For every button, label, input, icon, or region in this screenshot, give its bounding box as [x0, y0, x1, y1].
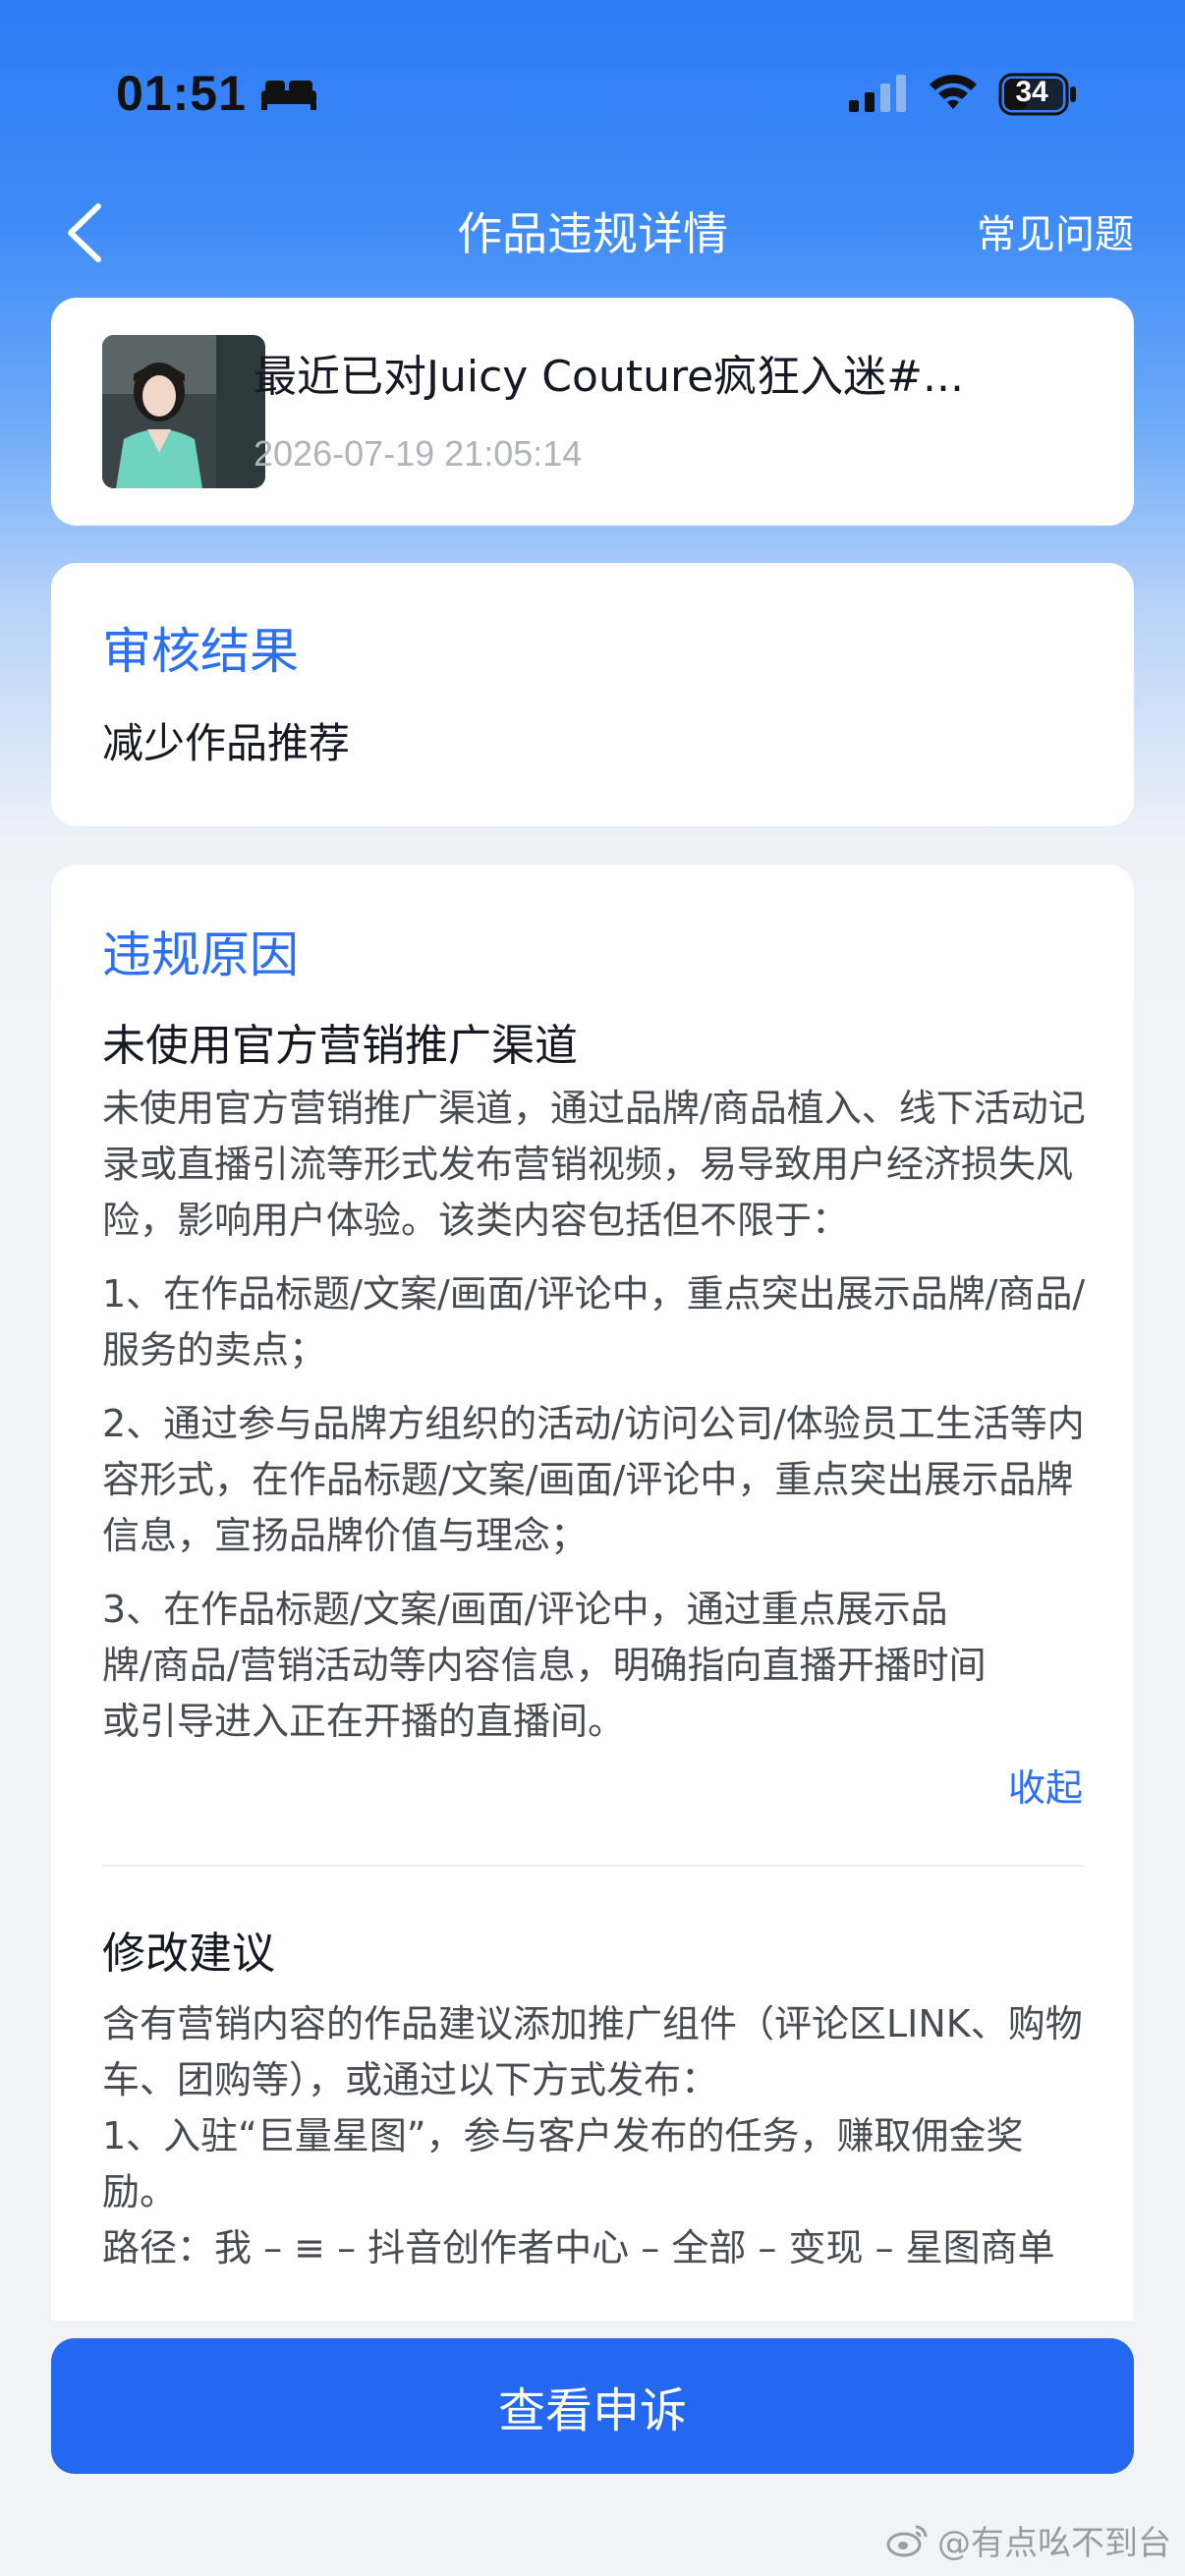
sleep-mode-icon: [261, 81, 316, 110]
video-thumbnail[interactable]: [102, 335, 265, 488]
violation-reason-card: 违规原因 未使用官方营销推广渠道 未使用官方营销推广渠道，通过品牌/商品植入、线…: [51, 865, 1134, 2338]
weibo-icon: [886, 2525, 928, 2556]
video-title[interactable]: 最近已对Juicy Couture疯狂入迷#...: [254, 341, 1099, 404]
battery-level: 34: [1015, 76, 1048, 108]
violation-paragraph: 未使用官方营销推广渠道，通过品牌/商品植入、线下活动记录或直播引流等形式发布营销…: [102, 1087, 1086, 1242]
video-timestamp: 2026-07-19 21:05:14: [254, 433, 583, 474]
suggestion-body: 含有营销内容的作品建议添加推广组件（评论区LINK、购物车、团购等），或通过以下…: [102, 1996, 1095, 2276]
status-time: 01:51: [116, 66, 247, 121]
faq-link[interactable]: 常见问题: [977, 202, 1134, 259]
violation-paragraph: 1、在作品标题/文案/画面/评论中，重点突出展示品牌/商品/服务的卖点；: [102, 1272, 1086, 1372]
review-result-title: 审核结果: [102, 623, 299, 680]
suggestion-line: 1、入驻“巨量星图”，参与客户发布的任务，赚取佣金奖励。: [102, 2114, 1024, 2213]
suggestion-heading: 修改建议: [102, 1929, 275, 1979]
cellular-signal-icon: [849, 75, 906, 112]
review-result-value: 减少作品推荐: [102, 719, 351, 767]
status-bar: 01:51 34: [0, 0, 1185, 187]
collapse-button[interactable]: 收起: [1008, 1758, 1083, 1812]
wifi-icon: [930, 75, 977, 109]
violation-reason-title: 违规原因: [102, 926, 299, 983]
watermark: @有点吆不到台: [886, 2516, 1171, 2564]
view-appeal-button[interactable]: 查看申诉: [51, 2338, 1134, 2474]
section-divider: [102, 1865, 1085, 1867]
violation-paragraph: 3、在作品标题/文案/画面/评论中，通过重点展示品牌/商品/营销活动等内容信息，…: [102, 1588, 987, 1743]
nav-bar: 作品违规详情 常见问题: [0, 177, 1185, 285]
watermark-text: @有点吆不到台: [937, 2524, 1171, 2563]
violation-description: 未使用官方营销推广渠道，通过品牌/商品植入、线下活动记录或直播引流等形式发布营销…: [102, 1081, 1095, 1767]
suggestion-line: 含有营销内容的作品建议添加推广组件（评论区LINK、购物车、团购等），或通过以下…: [102, 2002, 1083, 2101]
thumbnail-image: [102, 335, 216, 488]
review-result-card: 审核结果 减少作品推荐: [51, 563, 1134, 826]
violation-paragraph: 2、通过参与品牌方组织的活动/访问公司/体验员工生活等内容形式，在作品标题/文案…: [102, 1402, 1085, 1557]
violation-heading: 未使用官方营销推广渠道: [102, 1021, 578, 1071]
video-card[interactable]: 最近已对Juicy Couture疯狂入迷#... 2026-07-19 21:…: [51, 298, 1134, 526]
